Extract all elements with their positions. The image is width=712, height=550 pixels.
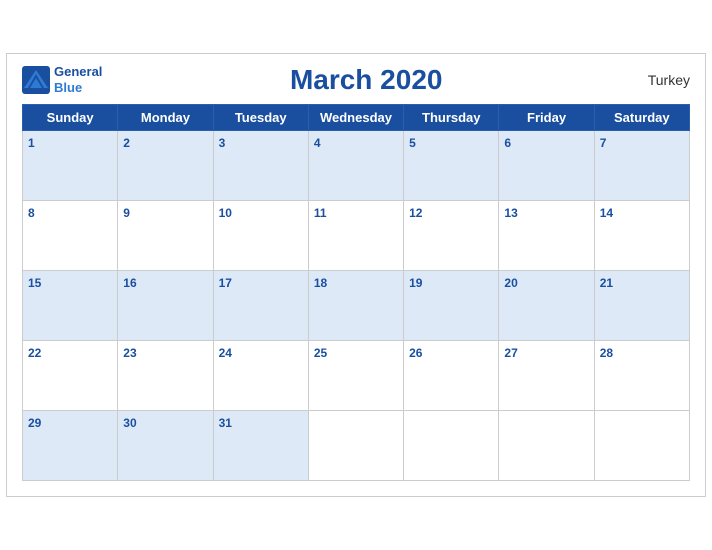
calendar-cell: 23 [118,341,213,411]
day-number: 1 [28,136,35,150]
calendar-week-row: 22 23 24 25 26 27 28 [23,341,690,411]
calendar-body: 1234567891011121314151617181920212223242… [23,131,690,481]
calendar-week-row: 15 16 17 18 19 20 21 [23,271,690,341]
day-number: 26 [409,346,422,360]
header-saturday: Saturday [594,105,689,131]
calendar-header: General Blue March 2020 Turkey [22,64,690,96]
calendar-cell: 13 [499,201,594,271]
calendar-cell: 28 [594,341,689,411]
header-tuesday: Tuesday [213,105,308,131]
day-number: 10 [219,206,232,220]
calendar-cell: 10 [213,201,308,271]
day-number: 13 [504,206,517,220]
header-wednesday: Wednesday [308,105,403,131]
calendar-cell: 29 [23,411,118,481]
calendar-cell: 11 [308,201,403,271]
calendar-cell: 5 [404,131,499,201]
day-number: 20 [504,276,517,290]
calendar-cell: 7 [594,131,689,201]
calendar-cell: 20 [499,271,594,341]
day-number: 15 [28,276,41,290]
logo-text: General Blue [54,64,102,95]
days-header-row: Sunday Monday Tuesday Wednesday Thursday… [23,105,690,131]
header-monday: Monday [118,105,213,131]
day-number: 27 [504,346,517,360]
day-number: 6 [504,136,511,150]
calendar-week-row: 1 2 3 4 5 6 7 [23,131,690,201]
calendar-cell: 21 [594,271,689,341]
day-number: 12 [409,206,422,220]
calendar-cell: 9 [118,201,213,271]
day-number: 28 [600,346,613,360]
calendar-cell: 24 [213,341,308,411]
calendar-cell: 12 [404,201,499,271]
calendar-cell: 25 [308,341,403,411]
calendar-container: General Blue March 2020 Turkey Sunday Mo… [6,53,706,497]
day-number: 25 [314,346,327,360]
day-number: 16 [123,276,136,290]
country-name: Turkey [630,72,690,88]
header-sunday: Sunday [23,105,118,131]
calendar-cell: 3 [213,131,308,201]
day-number: 8 [28,206,35,220]
day-number: 3 [219,136,226,150]
calendar-cell: 15 [23,271,118,341]
day-number: 23 [123,346,136,360]
day-number: 31 [219,416,232,430]
calendar-cell [499,411,594,481]
day-number: 14 [600,206,613,220]
logo-blue: Blue [54,80,102,96]
header-thursday: Thursday [404,105,499,131]
day-number: 2 [123,136,130,150]
day-number: 11 [314,206,327,220]
logo-icon [22,66,50,94]
day-number: 30 [123,416,136,430]
calendar-cell [308,411,403,481]
day-number: 19 [409,276,422,290]
logo-area: General Blue [22,64,102,95]
calendar-cell: 30 [118,411,213,481]
day-number: 29 [28,416,41,430]
day-number: 7 [600,136,607,150]
day-number: 9 [123,206,130,220]
logo-general: General [54,64,102,80]
month-title: March 2020 [102,64,630,96]
calendar-week-row: 8 9 10 11 12 13 14 [23,201,690,271]
calendar-cell: 6 [499,131,594,201]
day-number: 4 [314,136,321,150]
calendar-cell: 27 [499,341,594,411]
calendar-cell: 19 [404,271,499,341]
header-friday: Friday [499,105,594,131]
calendar-cell: 26 [404,341,499,411]
calendar-cell: 31 [213,411,308,481]
day-number: 5 [409,136,416,150]
calendar-cell: 2 [118,131,213,201]
calendar-cell [594,411,689,481]
calendar-cell: 22 [23,341,118,411]
calendar-cell: 1 [23,131,118,201]
calendar-week-row: 29 30 31 [23,411,690,481]
day-number: 22 [28,346,41,360]
calendar-cell: 18 [308,271,403,341]
calendar-cell: 8 [23,201,118,271]
calendar-grid: Sunday Monday Tuesday Wednesday Thursday… [22,104,690,481]
day-number: 18 [314,276,327,290]
calendar-cell: 17 [213,271,308,341]
day-number: 17 [219,276,232,290]
calendar-cell: 4 [308,131,403,201]
day-number: 21 [600,276,613,290]
calendar-cell: 16 [118,271,213,341]
calendar-cell [404,411,499,481]
day-number: 24 [219,346,232,360]
calendar-cell: 14 [594,201,689,271]
